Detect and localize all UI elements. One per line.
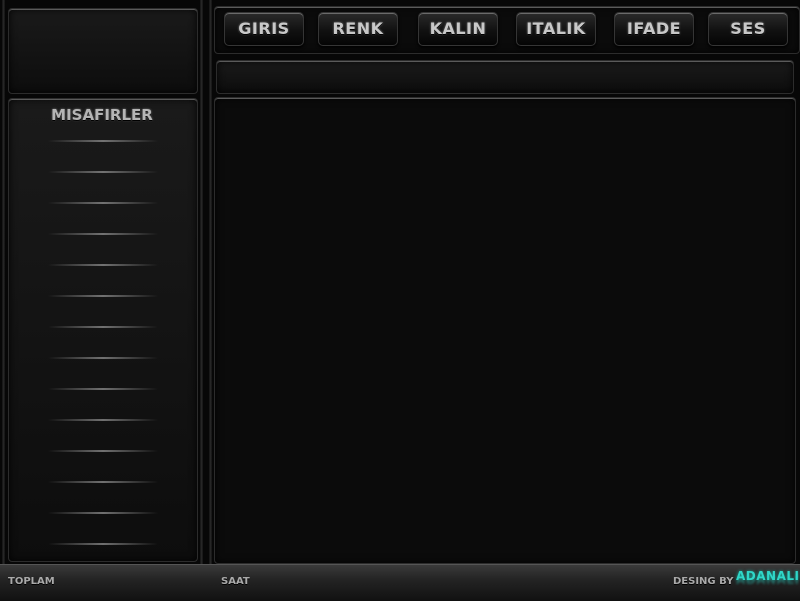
renk-button[interactable]: RENK [318, 12, 398, 46]
giris-button[interactable]: GIRIS [224, 12, 304, 46]
avatar-box [8, 8, 198, 94]
left-border [2, 0, 5, 564]
guest-slot[interactable] [48, 233, 158, 235]
guest-slot[interactable] [48, 140, 158, 142]
italik-button[interactable]: ITALIK [516, 12, 596, 46]
kalin-button[interactable]: KALIN [418, 12, 498, 46]
guest-slot[interactable] [48, 171, 158, 173]
guest-slot[interactable] [48, 419, 158, 421]
ifade-button[interactable]: IFADE [614, 12, 694, 46]
message-input[interactable] [216, 60, 794, 94]
guest-slot[interactable] [48, 357, 158, 359]
guest-slot[interactable] [48, 202, 158, 204]
guest-slot[interactable] [48, 264, 158, 266]
guest-slot[interactable] [48, 388, 158, 390]
credit-name: ADANALI [736, 569, 800, 583]
sidebar-divider [200, 0, 203, 564]
guest-slot[interactable] [48, 450, 158, 452]
guest-list-panel [8, 98, 198, 562]
ses-button[interactable]: SES [708, 12, 788, 46]
total-label: TOPLAM [8, 576, 55, 587]
guest-slot[interactable] [48, 543, 158, 545]
credit-prefix: DESING BY [673, 576, 734, 587]
guest-slot[interactable] [48, 326, 158, 328]
guest-slot[interactable] [48, 481, 158, 483]
guest-slot[interactable] [48, 512, 158, 514]
guest-slot[interactable] [48, 295, 158, 297]
chat-area [214, 97, 796, 564]
time-label: SAAT [221, 576, 250, 587]
guest-list-title: MISAFIRLER [51, 106, 153, 124]
sidebar-divider-2 [209, 0, 212, 564]
